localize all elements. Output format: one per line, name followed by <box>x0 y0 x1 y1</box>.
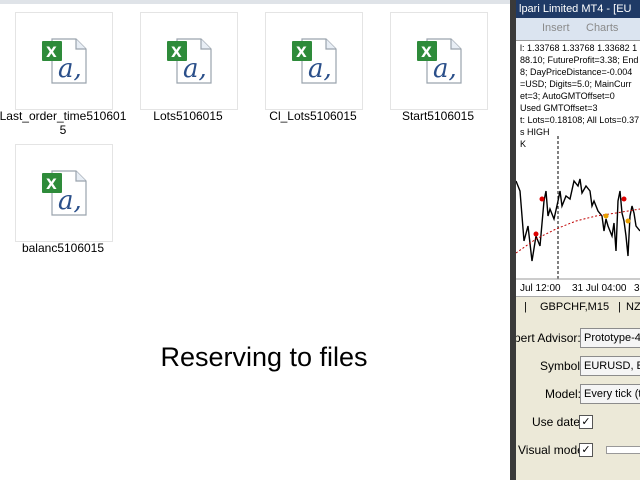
visual-speed-slider[interactable] <box>606 446 640 454</box>
trade-marker-red <box>539 196 545 202</box>
time-label: Jul 12:00 <box>520 283 561 294</box>
symbol-select[interactable]: EURUSD, E <box>580 356 640 376</box>
symbol-label: Symbol: <box>540 359 584 373</box>
time-label: 31 Jul 04:00 <box>572 283 627 294</box>
strategy-tester: pert Advisor: Prototype-4, Symbol: EURUS… <box>516 318 640 480</box>
svg-text:X: X <box>46 177 57 193</box>
chart-window[interactable]: l: 1.33768 1.33768 1.33682 1 88.10; Futur… <box>516 40 640 296</box>
tab-nz[interactable]: NZ <box>626 301 640 313</box>
menu-insert[interactable]: Insert <box>542 22 570 34</box>
file-tile[interactable]: a, X <box>15 144 113 242</box>
visual-mode-label: Visual mode <box>518 443 584 457</box>
excel-csv-icon: a,X <box>42 170 87 216</box>
trade-marker-orange <box>603 213 609 219</box>
visual-mode-checkbox[interactable]: ✓ <box>579 443 593 457</box>
tab-separator: | <box>524 301 527 313</box>
trade-marker-red <box>621 196 627 202</box>
excel-csv-icon: a,X <box>417 38 462 84</box>
use-date-checkbox[interactable]: ✓ <box>579 415 593 429</box>
explorer-pane: a, X Last_order_time5106015 a, X Lots5106015 a… <box>0 0 510 480</box>
chart-tabs: | GBPCHF,M15 | NZ <box>516 296 640 317</box>
price-line <box>516 178 640 262</box>
mt4-window: lpari Limited MT4 - [EU Insert Charts l:… <box>516 0 640 480</box>
model-select[interactable]: Every tick (t <box>580 384 640 404</box>
trade-marker-red <box>533 231 539 237</box>
tab-separator: | <box>618 301 621 313</box>
svg-text:X: X <box>296 45 307 61</box>
expert-advisor-select[interactable]: Prototype-4, <box>580 328 640 348</box>
use-date-label: Use date <box>532 415 581 429</box>
price-chart: Jul 12:00 31 Jul 04:00 3 <box>516 136 640 294</box>
file-name[interactable]: Start5106015 <box>373 109 503 123</box>
excel-csv-icon: a,X <box>292 38 337 84</box>
mt4-title: lpari Limited MT4 - [EU <box>516 0 640 18</box>
mt4-menubar: Insert Charts <box>516 18 640 40</box>
menu-charts[interactable]: Charts <box>586 22 618 34</box>
file-name[interactable]: Last_order_time5106015 <box>0 109 128 137</box>
file-name[interactable]: balanc5106015 <box>0 241 128 255</box>
svg-text:X: X <box>171 45 182 61</box>
trade-marker-orange <box>625 218 631 224</box>
caption: Reserving to files <box>160 342 368 372</box>
excel-csv-icon: a,X <box>167 38 212 84</box>
svg-text:X: X <box>421 45 432 61</box>
svg-text:X: X <box>46 45 57 61</box>
file-tile[interactable]: a, X <box>265 12 363 110</box>
window-top-strip <box>0 0 510 4</box>
excel-csv-icon: a,X <box>42 38 87 84</box>
expert-advisor-label: pert Advisor: <box>516 331 581 345</box>
tab-gbpchf[interactable]: GBPCHF,M15 <box>540 301 609 313</box>
file-name[interactable]: Cl_Lots5106015 <box>248 109 378 123</box>
time-label: 3 <box>634 283 640 294</box>
file-name[interactable]: Lots5106015 <box>123 109 253 123</box>
file-tile[interactable]: a, X <box>15 12 113 110</box>
file-tile[interactable]: a, X <box>140 12 238 110</box>
file-tile[interactable]: a, X <box>390 12 488 110</box>
model-label: Model: <box>545 387 582 401</box>
